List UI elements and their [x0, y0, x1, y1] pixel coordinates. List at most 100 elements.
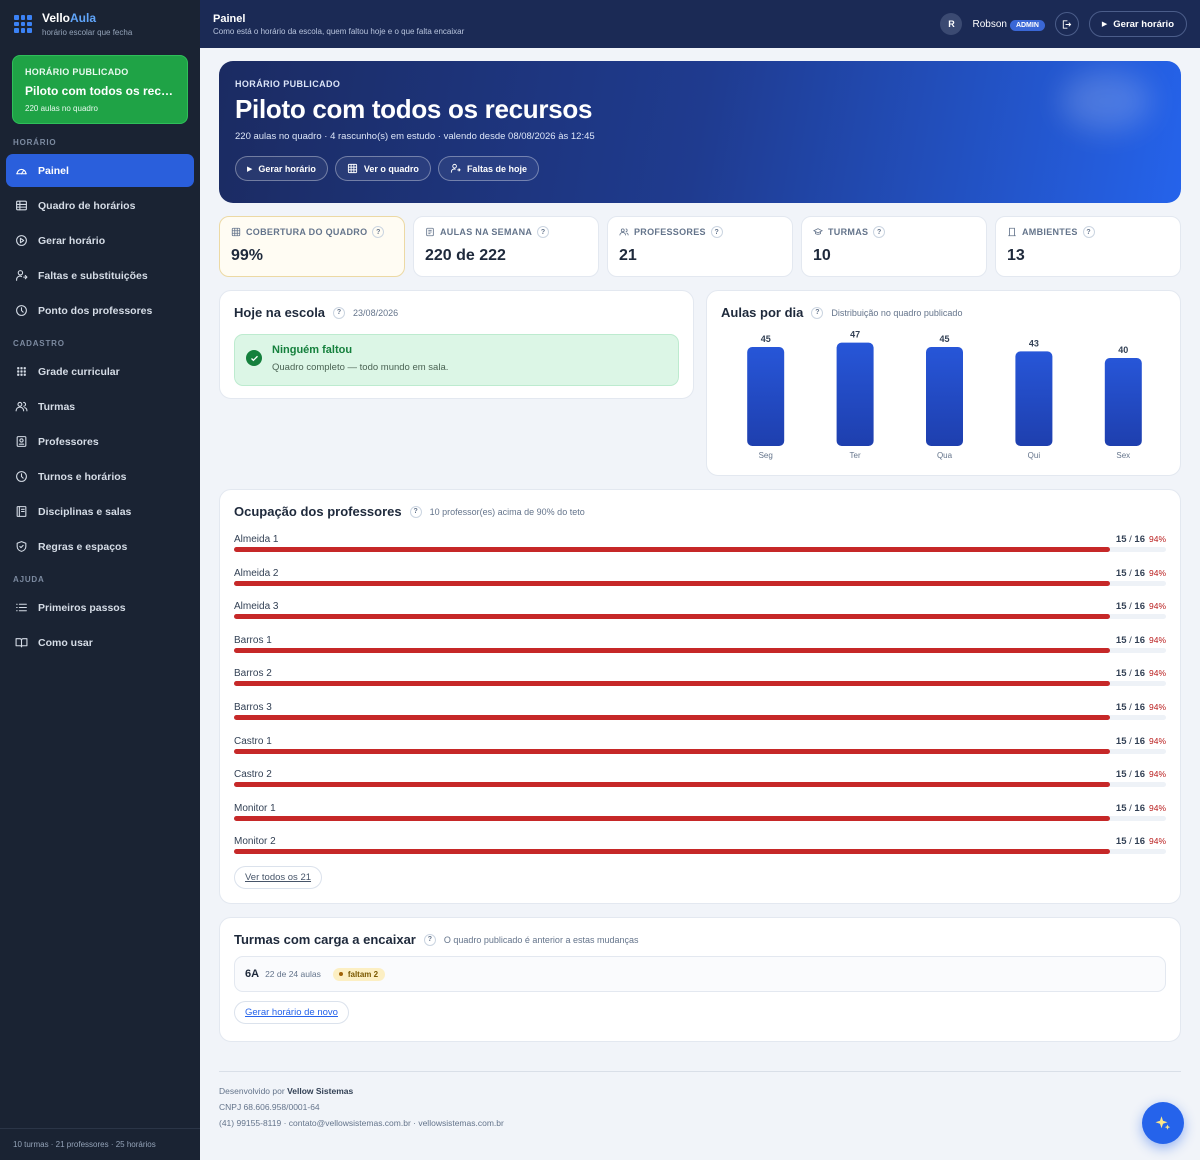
sidebar-item-professores[interactable]: Professores — [6, 425, 194, 458]
teacher-load: 15 / 16 94% — [1115, 769, 1166, 781]
stat-rooms: AMBIENTES? 13 — [995, 216, 1181, 277]
play-circle-icon — [16, 235, 27, 246]
help-icon[interactable]: ? — [423, 933, 436, 946]
sidebar-item-gerar-horario[interactable]: Gerar horário — [6, 224, 194, 257]
chart-category-label: Seg — [759, 451, 773, 460]
logout-button[interactable] — [1054, 12, 1079, 36]
teacher-load-percent: 94% — [1148, 769, 1166, 780]
grid-table-icon — [16, 200, 27, 211]
help-icon[interactable]: ? — [811, 306, 824, 319]
chart-title: Aulas por dia — [721, 305, 804, 320]
user-name: Robson ADMIN — [972, 19, 1045, 31]
help-icon[interactable]: ? — [710, 226, 723, 238]
sidebar-item-primeiros-passos[interactable]: Primeiros passos — [6, 591, 194, 624]
teacher-load: 15 / 16 94% — [1115, 735, 1166, 747]
occupancy-bar-fill — [234, 681, 1111, 687]
occupancy-bar-fill — [234, 782, 1111, 788]
hero-generate-button[interactable]: ▶ Gerar horário — [235, 156, 328, 181]
help-icon[interactable]: ? — [333, 306, 346, 319]
users-icon — [619, 228, 629, 236]
help-icon[interactable]: ? — [409, 505, 422, 518]
book-icon — [16, 506, 27, 517]
today-card: Hoje na escola ? 23/08/2026 Ninguém falt… — [219, 290, 694, 399]
sidebar-item-como-usar[interactable]: Como usar — [6, 626, 194, 659]
teacher-name: Barros 1 — [234, 634, 272, 646]
stat-coverage-value: 99% — [231, 247, 264, 264]
sidebar-item-grade-curricular[interactable]: Grade curricular — [6, 355, 194, 388]
teacher-occupancy-row: Almeida 1 15 / 16 94% — [234, 534, 1166, 568]
sidebar-item-label: Faltas e substituições — [38, 269, 148, 282]
sidebar: VelloAula horário escolar que fecha HORÁ… — [0, 0, 200, 1160]
page-subtitle: Como está o horário da escola, quem falt… — [213, 26, 465, 36]
teacher-load-percent: 94% — [1148, 601, 1166, 612]
footer-dev: Desenvolvido por Vellow Sistemas — [219, 1086, 354, 1096]
chart-bar-seg[interactable] — [747, 347, 785, 446]
stat-lessons: AULAS NA SEMANA? 220 de 222 — [413, 216, 599, 277]
teacher-occupancy-row: Barros 2 15 / 16 94% — [234, 668, 1166, 702]
no-absence-sub: Quadro completo — todo mundo em sala. — [272, 362, 449, 373]
occupancy-bar-track — [234, 681, 1166, 687]
teacher-name: Monitor 2 — [234, 836, 276, 848]
occupancy-card: Ocupação dos professores ? 10 professor(… — [219, 489, 1181, 904]
sidebar-item-regras-e-espacos[interactable]: Regras e espaços — [6, 530, 194, 563]
teacher-name: Castro 1 — [234, 735, 272, 747]
sidebar-item-label: Turmas — [38, 400, 76, 413]
occupancy-bar-fill — [234, 647, 1111, 653]
regenerate-button[interactable]: Gerar horário de novo — [234, 1001, 349, 1024]
teacher-occupancy-row: Castro 2 15 / 16 94% — [234, 769, 1166, 803]
chart-data-label: 47 — [850, 330, 860, 340]
assistant-fab-button[interactable] — [1142, 1102, 1184, 1144]
teacher-name: Castro 2 — [234, 769, 272, 781]
teacher-occupancy-row: Monitor 2 15 / 16 94% — [234, 836, 1166, 870]
generate-button[interactable]: ▶ Gerar horário — [1088, 11, 1187, 37]
help-icon[interactable]: ? — [1082, 226, 1095, 238]
sidebar-section-label: HORÁRIO — [13, 138, 57, 147]
stat-lessons-value: 220 de 222 — [425, 247, 506, 264]
avatar[interactable]: R — [940, 13, 963, 35]
sparkles-icon — [1155, 1116, 1171, 1130]
sidebar-item-turmas[interactable]: Turmas — [6, 390, 194, 423]
sidebar-item-label: Ponto dos professores — [38, 304, 153, 317]
help-icon[interactable]: ? — [537, 226, 550, 238]
no-absence-alert: Ninguém faltou Quadro completo — todo mu… — [234, 334, 679, 386]
sidebar-item-painel[interactable]: Painel — [6, 154, 194, 187]
chart-bar-qui[interactable] — [1015, 351, 1053, 446]
sidebar-section-label: AJUDA — [13, 575, 45, 584]
user-swap-icon — [450, 163, 461, 173]
teacher-name: Barros 3 — [234, 702, 272, 713]
brand[interactable]: VelloAula horário escolar que fecha — [0, 0, 200, 48]
chart-bar-qua[interactable] — [926, 347, 963, 446]
footer-contact[interactable]: (41) 99155-8119 · contato@vellowsistemas… — [219, 1115, 1181, 1131]
help-icon[interactable]: ? — [873, 226, 886, 238]
published-schedule-card[interactable]: HORÁRIO PUBLICADO Piloto com todos os re… — [12, 55, 188, 124]
sidebar-item-faltas-e-substituicoes[interactable]: Faltas e substituições — [6, 259, 194, 292]
stat-classes: TURMAS? 10 — [801, 216, 987, 277]
help-icon[interactable]: ? — [372, 226, 385, 238]
chart-data-label: 40 — [1118, 345, 1128, 355]
see-all-teachers-button[interactable]: Ver todos os 21 — [234, 866, 323, 889]
published-title: Piloto com todos os recursos — [25, 84, 175, 98]
sidebar-item-disciplinas-e-salas[interactable]: Disciplinas e salas — [6, 495, 194, 528]
teacher-occupancy-row: Castro 1 15 / 16 94% — [234, 736, 1166, 770]
user-swap-icon — [16, 270, 28, 281]
sidebar-item-turnos-e-horarios[interactable]: Turnos e horários — [6, 460, 194, 493]
stat-classes-value: 10 — [813, 247, 831, 264]
hero-absences-button[interactable]: Faltas de hoje — [437, 156, 539, 181]
dashboard-icon — [16, 168, 27, 175]
sidebar-item-quadro-de-horarios[interactable]: Quadro de horários — [6, 189, 194, 222]
list-icon — [16, 603, 27, 612]
occupancy-bar-track — [234, 849, 1166, 855]
chart-bar-ter[interactable] — [836, 342, 874, 446]
teacher-load: 15 / 16 94% — [1115, 836, 1166, 848]
sidebar-item-ponto-dos-professores[interactable]: Ponto dos professores — [6, 294, 194, 327]
hero-view-board-button[interactable]: Ver o quadro — [334, 156, 431, 181]
lessons-per-day-chart: 45 Seg 47 Ter 45 Qua 43 Qui 40 Sex — [747, 330, 1142, 460]
sidebar-item-label: Quadro de horários — [38, 199, 136, 212]
clock-icon — [16, 471, 27, 482]
calendar-icon — [426, 227, 434, 237]
chart-bar-sex[interactable] — [1104, 358, 1142, 446]
occupancy-bar-fill — [234, 547, 1111, 552]
dot-icon — [338, 972, 343, 976]
role-badge: ADMIN — [1009, 19, 1045, 31]
pending-class-row[interactable]: 6A 22 de 24 aulas faltam 2 — [234, 956, 1166, 992]
